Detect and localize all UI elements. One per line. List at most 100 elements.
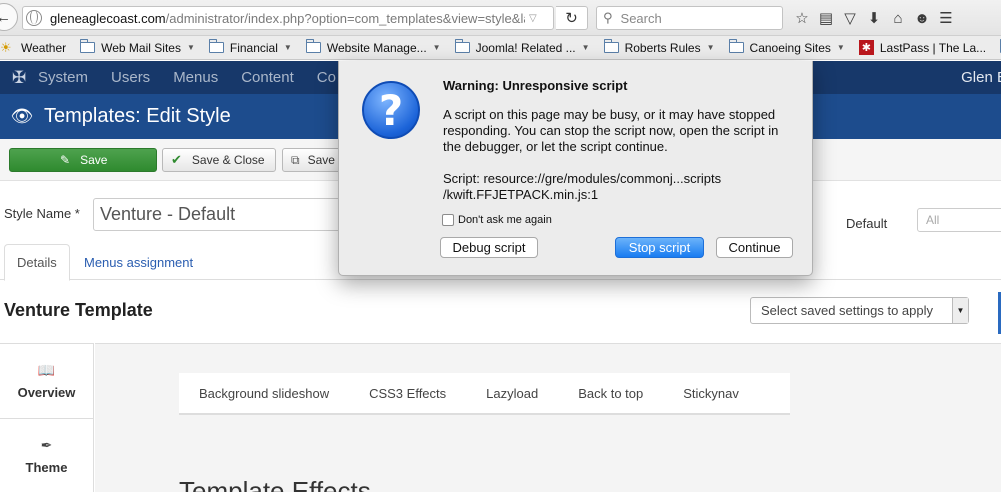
menu-users[interactable]: Users xyxy=(111,69,150,86)
bookmark-financial[interactable]: Financial ▼ xyxy=(208,39,292,55)
dont-ask-again-checkbox[interactable] xyxy=(442,214,454,226)
book-icon: 📖 xyxy=(37,362,56,378)
bookmark-website-manage[interactable]: Website Manage... ▼ xyxy=(305,39,441,55)
chevron-down-icon: ▼ xyxy=(283,43,292,52)
content-area xyxy=(95,343,1001,492)
dialog-script-path: Script: resource://gre/modules/commonj..… xyxy=(443,171,803,203)
menu-system[interactable]: System xyxy=(38,69,88,86)
chevron-down-icon: ▼ xyxy=(581,43,590,52)
tab-back-to-top[interactable]: Back to top xyxy=(578,386,643,401)
joomla-logo-icon[interactable]: ✠ xyxy=(0,68,38,88)
style-name-label: Style Name * xyxy=(4,206,80,221)
side-item-theme[interactable]: ✒ Theme xyxy=(0,419,93,492)
tab-details[interactable]: Details xyxy=(4,244,70,281)
bookmark-joomla-related[interactable]: Joomla! Related ... ▼ xyxy=(454,39,590,55)
saved-settings-select[interactable]: Select saved settings to apply ▼ xyxy=(750,297,969,324)
question-icon: ? xyxy=(362,81,420,139)
dialog-title: Warning: Unresponsive script xyxy=(443,78,628,93)
folder-icon xyxy=(454,39,470,53)
default-select[interactable]: All xyxy=(917,208,1001,232)
bookmark-web-mail-sites[interactable]: Web Mail Sites ▼ xyxy=(80,39,195,55)
stop-script-button[interactable]: Stop script xyxy=(615,237,704,258)
bookmark-label: Website Manage... xyxy=(326,40,427,55)
bookmark-label: LastPass | The La... xyxy=(879,40,987,55)
lastpass-icon: ✱ xyxy=(858,40,874,55)
eye-icon: 👁 xyxy=(10,106,34,126)
tab-lazyload[interactable]: Lazyload xyxy=(486,386,538,401)
back-button[interactable]: ← xyxy=(0,3,18,31)
menu-components[interactable]: Co xyxy=(317,69,336,86)
page-title: Templates: Edit Style xyxy=(44,105,231,127)
save-button-label: Save xyxy=(80,153,108,167)
user-menu[interactable]: Glen E xyxy=(961,69,1001,86)
bookmark-canoeing-sites[interactable]: Canoeing Sites ▼ xyxy=(728,39,845,55)
menu-content[interactable]: Content xyxy=(241,69,294,86)
default-label: Default xyxy=(846,216,888,231)
edit-icon: ✎ xyxy=(60,153,71,167)
script-path-line-1: Script: resource://gre/modules/commonj..… xyxy=(443,171,722,186)
side-item-label: Theme xyxy=(25,460,68,475)
dont-ask-again-row[interactable]: Don't ask me again xyxy=(442,214,552,226)
search-placeholder: Search xyxy=(620,10,662,26)
folder-icon xyxy=(208,39,224,53)
script-path-line-2: /kwift.FFJETPACK.min.js:1 xyxy=(443,187,599,202)
tab-stickynav[interactable]: Stickynav xyxy=(683,386,739,401)
unresponsive-script-dialog: ? Warning: Unresponsive script A script … xyxy=(338,61,813,276)
bookmark-roberts-rules[interactable]: Roberts Rules ▼ xyxy=(603,39,715,55)
bookmark-label: Web Mail Sites xyxy=(101,40,181,55)
reload-button[interactable]: ↻ xyxy=(556,6,588,30)
star-icon[interactable]: ☆ xyxy=(790,7,814,29)
chevron-down-icon: ▼ xyxy=(186,43,195,52)
bookmark-label: Canoeing Sites xyxy=(749,40,831,55)
template-side-nav: 📖 Overview ✒ Theme xyxy=(0,343,94,492)
url-bar[interactable]: gleneaglecoast.com/administrator/index.p… xyxy=(22,6,554,30)
save-button[interactable]: ✎ Save xyxy=(9,148,157,172)
folder-icon xyxy=(603,39,619,53)
home-icon[interactable]: ⌂ xyxy=(886,7,910,29)
debug-script-button[interactable]: Debug script xyxy=(440,237,538,258)
template-title: Venture Template xyxy=(4,300,153,320)
url-history-dropdown-icon[interactable]: ▽ xyxy=(529,13,537,24)
url-path: /administrator/index.php?option=com_temp… xyxy=(165,10,525,26)
chat-icon[interactable]: ☻ xyxy=(910,7,934,29)
side-item-label: Overview xyxy=(17,385,76,400)
menu-menus[interactable]: Menus xyxy=(173,69,218,86)
style-name-field[interactable]: Venture - Default xyxy=(93,198,355,231)
dialog-message: A script on this page may be busy, or it… xyxy=(443,107,779,154)
save-close-button[interactable]: ✔ Save & Close xyxy=(162,148,276,172)
chevron-down-icon: ▼ xyxy=(432,43,441,52)
reading-list-icon[interactable]: ▤ xyxy=(814,7,838,29)
bookmark-label: Weather xyxy=(21,40,67,55)
back-arrow-icon: ← xyxy=(0,8,11,26)
dont-ask-again-label: Don't ask me again xyxy=(458,214,552,226)
browser-toolbar-icons: ☆ ▤ ▽ ⬇ ⌂ ☻ ☰ xyxy=(790,7,958,29)
chevron-down-icon: ▼ xyxy=(706,43,715,52)
tab-menus-assignment[interactable]: Menus assignment xyxy=(72,244,205,280)
bookmark-label: Joomla! Related ... xyxy=(475,40,576,55)
url-host: gleneaglecoast.com xyxy=(50,10,166,26)
bookmark-label: Financial xyxy=(229,40,278,55)
download-icon[interactable]: ⬇ xyxy=(862,7,886,29)
bookmark-lastpass[interactable]: ✱ LastPass | The La... xyxy=(858,40,987,55)
menu-icon[interactable]: ☰ xyxy=(934,7,958,29)
side-item-overview[interactable]: 📖 Overview xyxy=(0,344,93,419)
url-text[interactable]: gleneaglecoast.com/administrator/index.p… xyxy=(50,11,525,26)
search-input[interactable]: ⚲ Search xyxy=(596,6,783,30)
tab-css3-effects[interactable]: CSS3 Effects xyxy=(369,386,446,401)
folder-icon xyxy=(305,39,321,53)
effects-tabs: Background slideshow CSS3 Effects Lazylo… xyxy=(179,373,790,415)
browser-toolbar: ← gleneaglecoast.com/administrator/index… xyxy=(0,0,1001,36)
bookmarks-bar: ☀ Weather Web Mail Sites ▼ Financial ▼ W… xyxy=(0,36,1001,60)
brush-icon: ✒ xyxy=(40,437,53,453)
tab-background-slideshow[interactable]: Background slideshow xyxy=(199,386,329,401)
weather-icon: ☀ xyxy=(0,40,12,55)
section-heading: Template Effects xyxy=(179,476,371,492)
folder-icon xyxy=(80,39,96,53)
chevron-down-icon: ▼ xyxy=(836,43,845,52)
globe-icon xyxy=(26,10,42,26)
continue-button[interactable]: Continue xyxy=(716,237,793,258)
chevron-down-icon: ▼ xyxy=(952,298,968,323)
save-copy-label: Save xyxy=(307,153,335,167)
pocket-icon[interactable]: ▽ xyxy=(838,7,862,29)
bookmark-weather[interactable]: ☀ Weather xyxy=(0,41,66,55)
